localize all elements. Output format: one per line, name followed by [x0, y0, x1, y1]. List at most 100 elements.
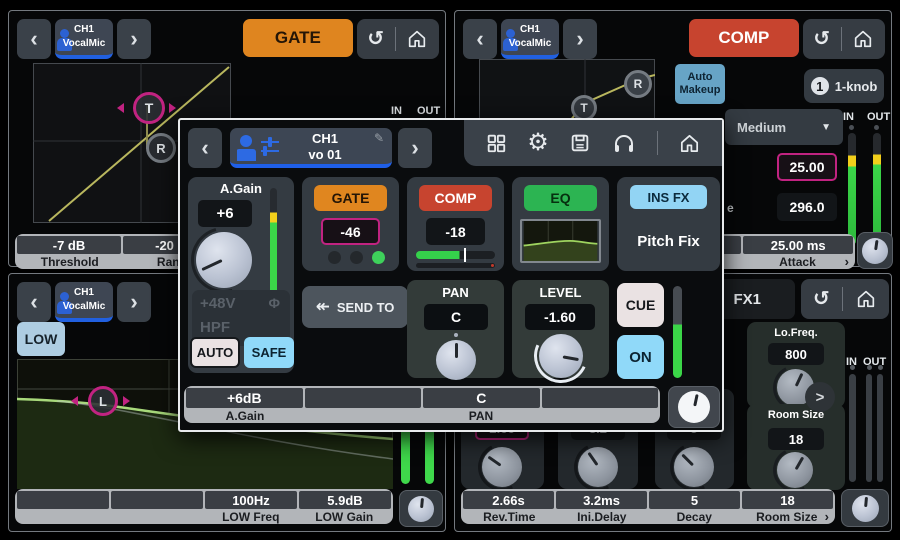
ratio-value-box[interactable]: 25.00 [777, 153, 837, 181]
next-channel-button[interactable]: › [117, 19, 151, 59]
gate-title-button[interactable]: GATE [243, 19, 353, 57]
home-icon[interactable] [678, 132, 701, 155]
comp-ratio-handle[interactable]: R [624, 70, 652, 98]
prev-channel-button[interactable]: ‹ [463, 19, 497, 59]
in-meter [848, 133, 856, 245]
readout-value[interactable] [305, 388, 422, 408]
next-channel-button[interactable]: › [563, 19, 597, 59]
level-knob[interactable] [539, 334, 583, 378]
prev-channel-button[interactable]: ‹ [17, 19, 51, 59]
encoder-knob-button[interactable] [841, 489, 889, 527]
grid-menu-icon[interactable] [485, 132, 507, 154]
chevron-left-icon: ‹ [476, 28, 483, 50]
pan-knob[interactable] [436, 340, 476, 380]
comp-title-button[interactable]: COMP [689, 19, 799, 57]
ini-delay-value[interactable]: 3.2ms [556, 491, 647, 509]
eq-button[interactable]: EQ [524, 185, 597, 211]
a-gain-knob[interactable] [196, 232, 252, 288]
overlay-toolbar: ⚙ [464, 120, 722, 166]
mixer-screen: ‹ CH1 VocalMic › GATE ↺ IN OUT T R [0, 0, 900, 540]
a-gain-value-box[interactable]: +6 [198, 200, 252, 227]
encoder-knob-button[interactable] [668, 386, 720, 428]
pan-value-box[interactable]: C [424, 304, 488, 330]
decay-knob[interactable] [674, 447, 714, 487]
decay-value[interactable]: 5 [649, 491, 740, 509]
fx-readout-bar: 2.66s 3.2ms 5 18 Rev.Time Ini.Delay Deca… [461, 489, 835, 524]
channel-badge[interactable]: CH1 ✎ vo 01 [230, 128, 392, 168]
room-size-value-box[interactable]: 18 [768, 428, 824, 450]
readout-value[interactable] [17, 491, 109, 509]
attack-value[interactable]: 25.00 ms [743, 236, 853, 254]
readout-label [540, 408, 658, 423]
release-value-box[interactable]: 296.0 [777, 193, 837, 221]
gate-button[interactable]: GATE [314, 185, 387, 211]
hpf-button[interactable]: HPF [200, 319, 230, 336]
threshold-value[interactable]: -7 dB [17, 236, 121, 254]
rev-time-knob[interactable] [482, 447, 522, 487]
gear-icon[interactable]: ⚙ [527, 131, 549, 155]
encoder-knob-button[interactable] [857, 232, 893, 269]
low-band-handle[interactable]: L [88, 386, 118, 416]
gate-threshold-value-box[interactable]: -46 [321, 218, 380, 245]
home-icon[interactable] [852, 28, 874, 50]
low-band-button[interactable]: LOW [17, 322, 65, 356]
gate-threshold-handle[interactable]: T [133, 92, 165, 124]
chevron-right-icon: › [576, 28, 583, 50]
comp-button[interactable]: COMP [419, 185, 492, 211]
room-size-label: Room Size [747, 409, 845, 421]
phase-icon[interactable]: Φ [269, 295, 281, 311]
ins-fx-button[interactable]: INS FX [630, 185, 707, 209]
gate-panel-header: ‹ CH1 VocalMic › GATE ↺ [17, 19, 439, 59]
comp-tile[interactable]: COMP -18 [407, 177, 504, 271]
chevron-right-icon: › [130, 291, 137, 313]
prev-channel-button[interactable]: ‹ [17, 282, 51, 322]
next-page-button[interactable]: > [805, 382, 835, 412]
auto-gain-button[interactable]: AUTO [190, 337, 240, 368]
home-icon[interactable] [855, 288, 877, 310]
auto-makeup-button[interactable]: Auto Makeup [675, 64, 725, 104]
low-gain-value[interactable]: 5.9dB [299, 491, 391, 509]
lo-freq-value-box[interactable]: 800 [768, 343, 824, 365]
more-arrow-icon[interactable]: › [825, 509, 829, 524]
undo-icon[interactable]: ↺ [367, 29, 384, 49]
a-gain-readout-label: A.Gain [186, 408, 304, 423]
encoder-knob-button[interactable] [399, 490, 443, 527]
prev-channel-button[interactable]: ‹ [188, 128, 222, 168]
room-size-value[interactable]: 18 [742, 491, 833, 509]
next-channel-button[interactable]: › [398, 128, 432, 168]
knee-select[interactable]: Medium ▼ [725, 109, 843, 145]
save-icon[interactable] [569, 132, 591, 154]
room-size-knob[interactable] [777, 452, 813, 488]
a-gain-readout-value[interactable]: +6dB [186, 388, 303, 408]
ins-fx-tile[interactable]: INS FX Pitch Fix [617, 177, 720, 271]
channel-badge[interactable]: CH1 VocalMic [501, 19, 559, 59]
channel-badge[interactable]: CH1 VocalMic [55, 19, 113, 59]
safe-button[interactable]: SAFE [244, 337, 294, 368]
send-to-button[interactable]: ↞ SEND TO [302, 286, 408, 328]
cue-button[interactable]: CUE [617, 283, 664, 327]
readout-value[interactable] [542, 388, 659, 408]
undo-icon[interactable]: ↺ [813, 29, 830, 49]
comp-threshold-value-box[interactable]: -18 [426, 218, 485, 245]
one-knob-button[interactable]: 1 1-knob [804, 69, 884, 103]
gate-tile[interactable]: GATE -46 [302, 177, 399, 271]
undo-icon[interactable]: ↺ [813, 289, 830, 309]
gate-range-handle[interactable]: R [146, 133, 176, 163]
ini-delay-knob[interactable] [578, 447, 618, 487]
chevron-left-icon: ‹ [201, 137, 208, 159]
headphones-icon[interactable] [612, 131, 636, 155]
eq-tile[interactable]: EQ [512, 177, 609, 271]
readout-value[interactable] [111, 491, 203, 509]
next-channel-button[interactable]: › [117, 282, 151, 322]
on-button[interactable]: ON [617, 335, 664, 379]
more-arrow-icon[interactable]: › [845, 254, 849, 269]
rev-time-value[interactable]: 2.66s [463, 491, 554, 509]
channel-badge[interactable]: CH1 VocalMic [55, 282, 113, 322]
pan-readout-value[interactable]: C [423, 388, 540, 408]
chevron-left-icon: ‹ [30, 291, 37, 313]
edit-icon[interactable]: ✎ [374, 131, 384, 145]
level-value-box[interactable]: -1.60 [525, 304, 595, 330]
phantom-48v-button[interactable]: +48V [200, 295, 235, 312]
home-icon[interactable] [406, 28, 428, 50]
low-freq-value[interactable]: 100Hz [205, 491, 297, 509]
